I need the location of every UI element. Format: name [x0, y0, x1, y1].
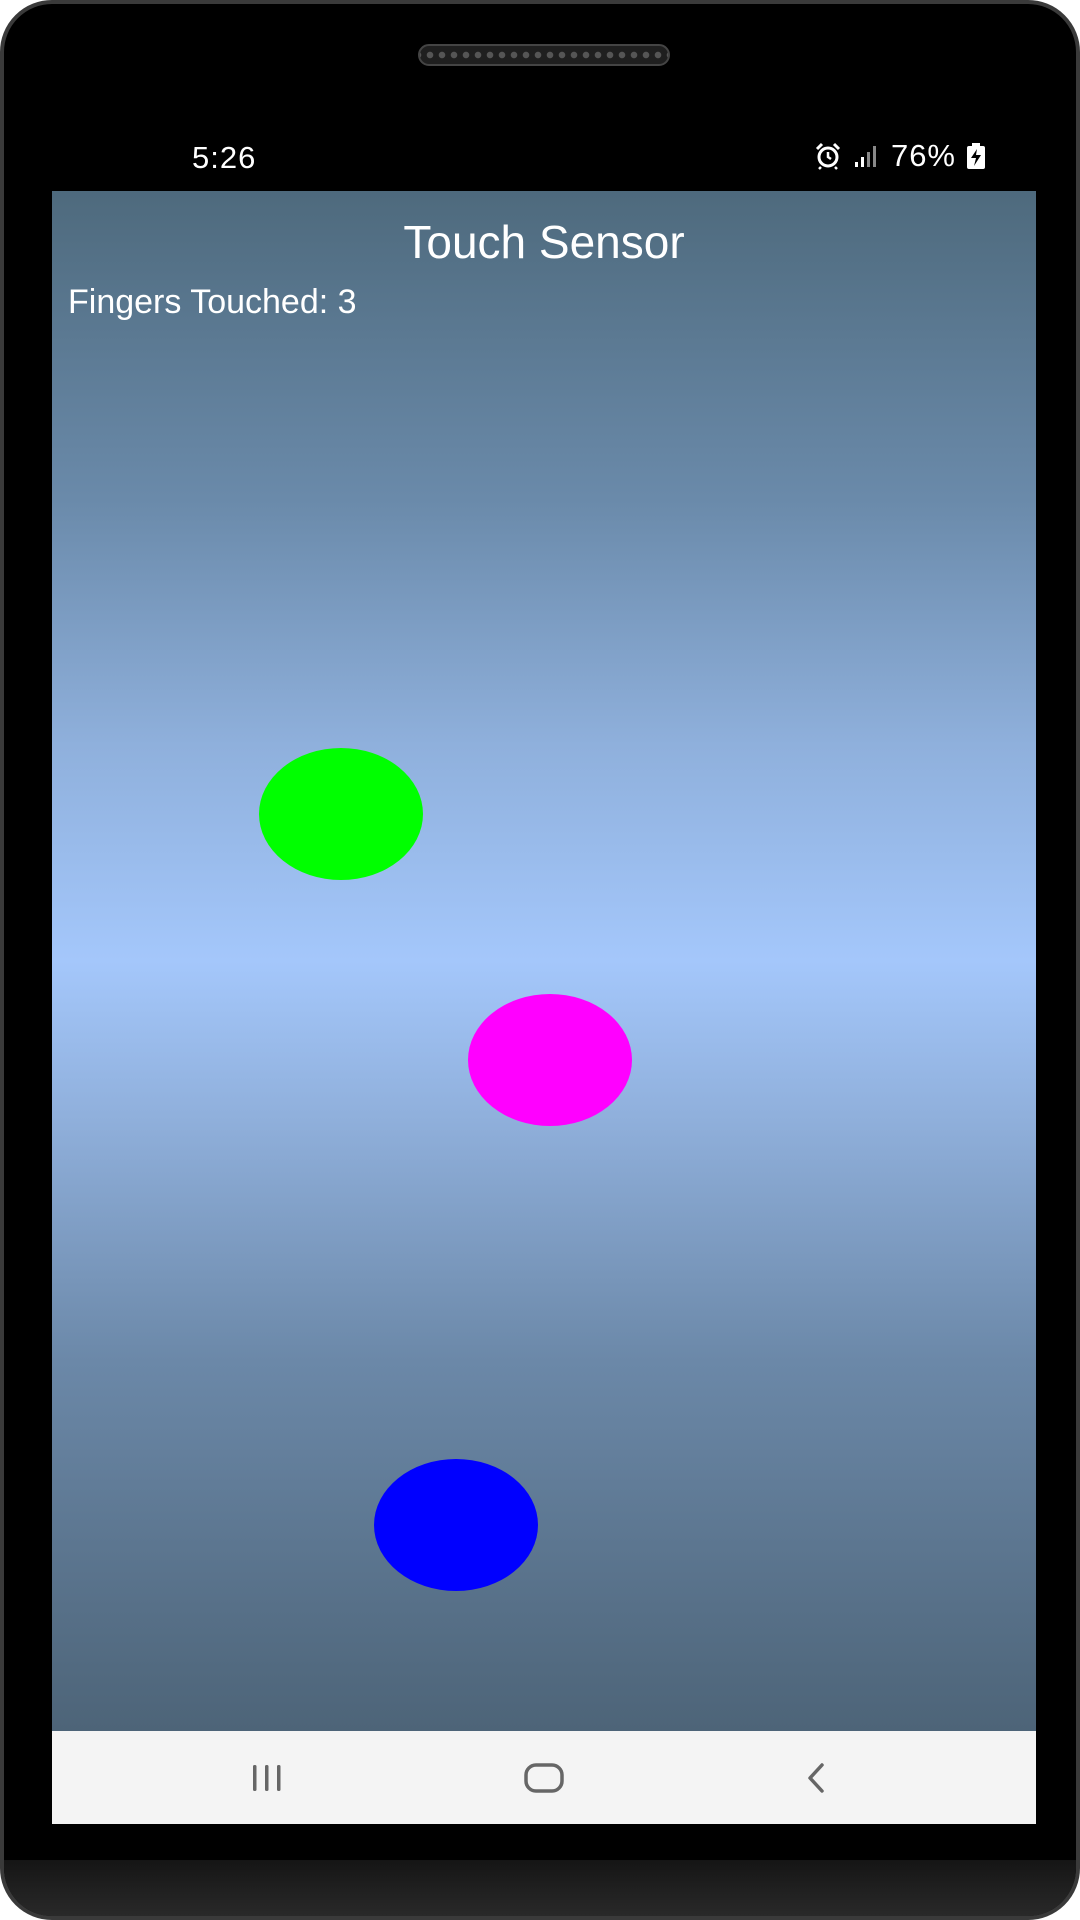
- back-button[interactable]: [756, 1731, 876, 1824]
- status-icons: 76%: [813, 138, 986, 174]
- phone-frame: 5:26 76% Touch Sensor Fingers Touched: 3: [0, 0, 1080, 1920]
- touch-point-blue: [374, 1459, 538, 1591]
- app-title: Touch Sensor: [403, 216, 685, 268]
- bottom-bezel: [4, 1860, 1076, 1916]
- touch-point-magenta: [468, 994, 632, 1126]
- fingers-count-label: Fingers Touched: 3: [68, 283, 357, 321]
- app-screen[interactable]: Touch Sensor Fingers Touched: 3: [52, 191, 1036, 1731]
- touch-point-green: [259, 748, 423, 880]
- signal-icon: [854, 146, 876, 167]
- home-icon: [524, 1762, 564, 1793]
- recent-apps-icon: [253, 1764, 281, 1791]
- navigation-bar: [52, 1731, 1036, 1824]
- recent-apps-button[interactable]: [207, 1731, 327, 1824]
- status-bar: 5:26 76%: [4, 132, 1076, 184]
- alarm-icon: [815, 142, 841, 170]
- status-time: 5:26: [192, 140, 257, 175]
- battery-charging-icon: [967, 143, 985, 169]
- battery-percent: 76%: [890, 138, 956, 173]
- back-icon: [808, 1762, 824, 1793]
- home-button[interactable]: [484, 1731, 604, 1824]
- speaker-grille: [418, 44, 670, 66]
